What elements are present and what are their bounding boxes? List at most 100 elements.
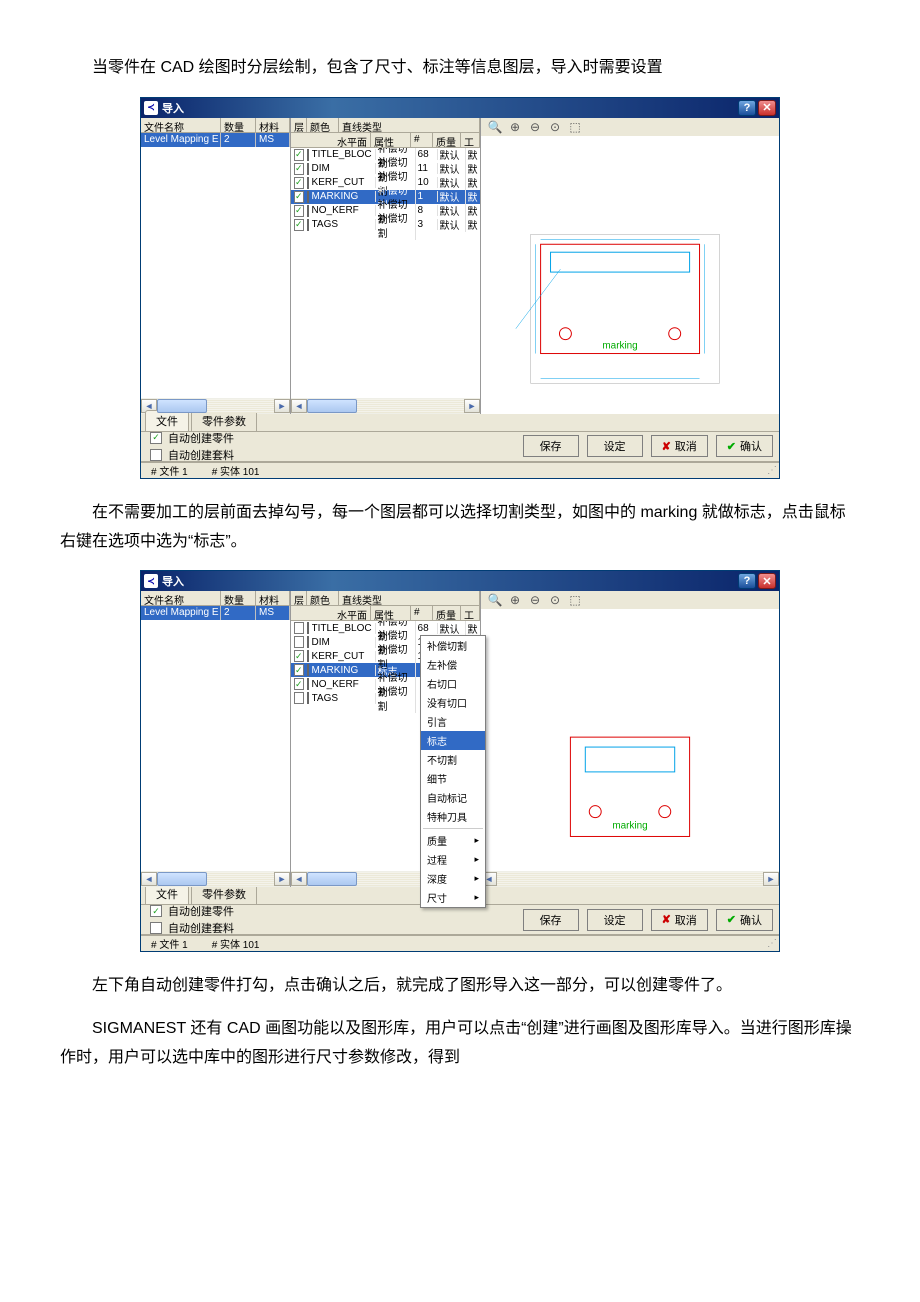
menu-item[interactable]: 左补偿 xyxy=(421,655,485,674)
settings-button[interactable]: 设定 xyxy=(587,435,643,457)
zoom-in-icon[interactable]: ⊕ xyxy=(507,119,523,135)
tab-part-params[interactable]: 零件参数 xyxy=(191,410,257,431)
layer-checkbox[interactable]: ✓ xyxy=(294,149,304,161)
layer-checkbox[interactable]: ✓ xyxy=(294,678,304,690)
col-hash[interactable]: # xyxy=(411,606,433,621)
scroll-right-icon[interactable]: ► xyxy=(274,399,290,413)
file-row[interactable]: Level Mapping E 2 MS xyxy=(141,133,290,147)
layer-row[interactable]: ✓TAGS补偿切割3默认默 xyxy=(291,218,480,232)
cancel-button[interactable]: ✘取消 xyxy=(651,435,708,457)
ok-button[interactable]: ✔确认 xyxy=(716,909,773,931)
color-swatch[interactable] xyxy=(307,149,309,161)
color-swatch[interactable] xyxy=(307,636,309,648)
col-material[interactable]: 材料 xyxy=(256,118,290,133)
cancel-button[interactable]: ✘取消 xyxy=(651,909,708,931)
layer-checkbox[interactable]: ✓ xyxy=(294,205,304,217)
col-qty[interactable]: 数量 xyxy=(221,118,256,133)
layer-checkbox[interactable]: ✓ xyxy=(294,636,304,648)
save-button[interactable]: 保存 xyxy=(523,909,579,931)
menu-item[interactable]: 右切口 xyxy=(421,674,485,693)
layer-checkbox[interactable]: ✓ xyxy=(294,664,304,676)
layer-checkbox[interactable]: ✓ xyxy=(294,650,304,662)
menu-item[interactable]: 引言 xyxy=(421,712,485,731)
zoom-out-icon[interactable]: ⊖ xyxy=(527,119,543,135)
close-button[interactable]: ✕ xyxy=(758,573,776,589)
col-layer[interactable]: 层 xyxy=(291,591,307,606)
scroll-left-icon[interactable]: ◄ xyxy=(291,872,307,886)
col-filename[interactable]: 文件名称 xyxy=(141,118,221,133)
color-swatch[interactable] xyxy=(307,163,309,175)
color-swatch[interactable] xyxy=(307,205,309,217)
scroll-right-icon[interactable]: ► xyxy=(274,872,290,886)
layer-checkbox[interactable]: ✓ xyxy=(294,177,304,189)
col-color[interactable]: 颜色 xyxy=(307,118,339,133)
col-qty[interactable]: 数量 xyxy=(221,591,256,606)
layer-pane-scrollbar[interactable]: ◄ ► xyxy=(291,398,480,414)
layer-checkbox[interactable]: ✓ xyxy=(294,219,304,231)
file-pane-scrollbar[interactable]: ◄ ► xyxy=(141,398,290,414)
col-attr[interactable]: 属性 xyxy=(371,133,411,148)
zoom-fit-icon[interactable]: ⊙ xyxy=(547,119,563,135)
resize-grip-icon[interactable]: ⋰ xyxy=(767,465,775,476)
col-hash[interactable]: # xyxy=(411,133,433,148)
color-swatch[interactable] xyxy=(307,678,309,690)
col-tool[interactable]: 工 xyxy=(461,133,480,148)
color-swatch[interactable] xyxy=(307,692,309,704)
color-swatch[interactable] xyxy=(307,622,309,634)
col-quality[interactable]: 质量 xyxy=(433,606,461,621)
ok-button[interactable]: ✔确认 xyxy=(716,435,773,457)
color-swatch[interactable] xyxy=(307,650,309,662)
col-attr[interactable]: 属性 xyxy=(371,606,411,621)
preview-scrollbar[interactable]: ◄ ► xyxy=(481,871,779,887)
col-linetype[interactable]: 直线类型 xyxy=(339,591,480,606)
scroll-left-icon[interactable]: ◄ xyxy=(141,872,157,886)
menu-item-submenu[interactable]: 过程▸ xyxy=(421,850,485,869)
layer-checkbox[interactable]: ✓ xyxy=(294,692,304,704)
menu-item-submenu[interactable]: 质量▸ xyxy=(421,831,485,850)
titlebar[interactable]: ≺ 导入 ? ✕ xyxy=(141,98,779,118)
auto-create-part-checkbox[interactable]: ✓自动创建零件 xyxy=(147,903,234,919)
color-swatch[interactable] xyxy=(307,664,309,676)
zoom-out-icon[interactable]: ⊖ xyxy=(527,592,543,608)
context-menu[interactable]: 补偿切割左补偿右切口没有切口引言标志不切割细节自动标记特种刀具质量▸过程▸深度▸… xyxy=(420,635,486,908)
layer-checkbox[interactable]: ✓ xyxy=(294,163,304,175)
menu-item[interactable]: 补偿切割 xyxy=(421,636,485,655)
home-icon[interactable]: ⬚ xyxy=(567,592,583,608)
layer-checkbox[interactable]: ✓ xyxy=(294,622,304,634)
scroll-left-icon[interactable]: ◄ xyxy=(291,399,307,413)
col-quality[interactable]: 质量 xyxy=(433,133,461,148)
preview-pane-1[interactable]: 🔍 ⊕ ⊖ ⊙ ⬚ marking xyxy=(481,118,779,414)
menu-item[interactable]: 特种刀具 xyxy=(421,807,485,826)
col-color[interactable]: 颜色 xyxy=(307,591,339,606)
menu-item[interactable]: 不切割 xyxy=(421,750,485,769)
menu-item[interactable]: 细节 xyxy=(421,769,485,788)
col-layer[interactable]: 层 xyxy=(291,118,307,133)
menu-item-submenu[interactable]: 尺寸▸ xyxy=(421,888,485,907)
save-button[interactable]: 保存 xyxy=(523,435,579,457)
zoom-in-icon[interactable]: ⊕ xyxy=(507,592,523,608)
titlebar[interactable]: ≺ 导入 ? ✕ xyxy=(141,571,779,591)
color-swatch[interactable] xyxy=(307,219,309,231)
menu-item[interactable]: 自动标记 xyxy=(421,788,485,807)
zoom-icon[interactable]: 🔍 xyxy=(487,592,503,608)
zoom-icon[interactable]: 🔍 xyxy=(487,119,503,135)
col-tool[interactable]: 工 xyxy=(461,606,480,621)
col-linetype[interactable]: 直线类型 xyxy=(339,118,480,133)
tab-file[interactable]: 文件 xyxy=(145,410,189,431)
auto-create-nest-checkbox[interactable]: ✓自动创建套料 xyxy=(147,447,234,463)
menu-item-submenu[interactable]: 深度▸ xyxy=(421,869,485,888)
settings-button[interactable]: 设定 xyxy=(587,909,643,931)
zoom-fit-icon[interactable]: ⊙ xyxy=(547,592,563,608)
menu-item[interactable]: 没有切口 xyxy=(421,693,485,712)
auto-create-part-checkbox[interactable]: ✓自动创建零件 xyxy=(147,430,234,446)
home-icon[interactable]: ⬚ xyxy=(567,119,583,135)
preview-pane-2[interactable]: 🔍 ⊕ ⊖ ⊙ ⬚ marking ◄ ► xyxy=(481,591,779,887)
col-filename[interactable]: 文件名称 xyxy=(141,591,221,606)
color-swatch[interactable] xyxy=(307,177,309,189)
help-button[interactable]: ? xyxy=(738,573,756,589)
layer-checkbox[interactable]: ✓ xyxy=(294,191,304,203)
file-row[interactable]: Level Mapping E 2 MS xyxy=(141,606,290,620)
file-pane-scrollbar[interactable]: ◄ ► xyxy=(141,871,290,887)
help-button[interactable]: ? xyxy=(738,100,756,116)
close-button[interactable]: ✕ xyxy=(758,100,776,116)
